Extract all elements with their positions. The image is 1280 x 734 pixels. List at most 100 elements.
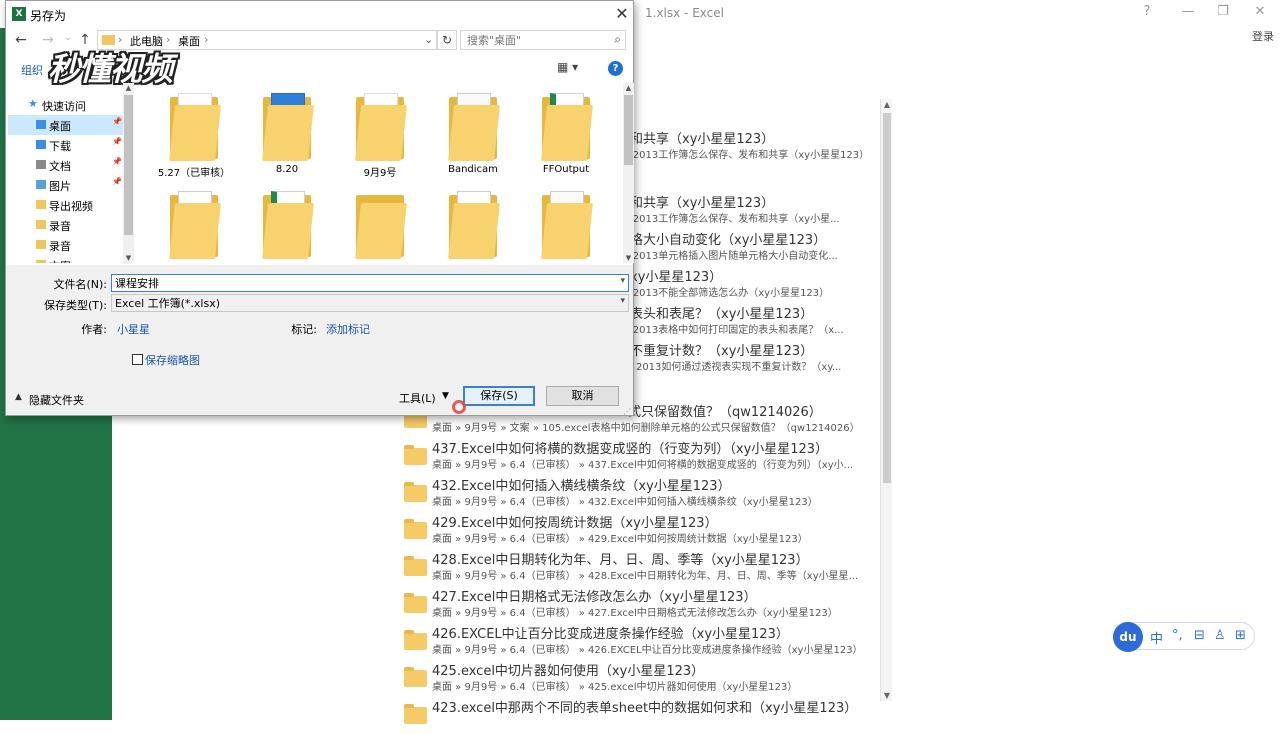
nav-item[interactable]: 录音 [8,215,126,235]
ime-toolbox-icon[interactable]: ⊟ [1194,628,1205,643]
pin-icon: 📌 [112,157,122,166]
folder-icon [404,704,427,724]
recent-folder-path: 桌面 » 9月9号 » 6.4（已审核） » 429.Excel中如何按周统计数… [432,534,808,545]
nav-item-label: 文案 [49,258,71,263]
refresh-icon[interactable]: ↻ [437,30,457,50]
scroll-down-icon[interactable]: ▼ [623,254,634,262]
scroll-down-icon[interactable]: ▼ [123,254,134,262]
restore-icon[interactable]: ❐ [1213,4,1233,19]
folder-label: 5.27（已审核） [157,168,231,179]
save-thumbnail-label[interactable]: 保存缩略图 [145,352,200,368]
ime-user-icon[interactable]: ♙ [1214,628,1226,643]
folder-front-icon [262,203,314,259]
nav-item-label: 录音 [49,240,71,253]
back-arrow-icon[interactable]: ← [12,32,30,48]
folder-item[interactable]: FFOutput [522,85,610,181]
navigation-pane: ★快速访问桌面📌下载📌文档📌图片📌导出视频录音录音文案 [8,83,136,263]
save-button[interactable]: 保存(S) [463,386,535,406]
ime-grid-icon[interactable]: ⊞ [1235,628,1246,643]
ime-punctuation-icon[interactable]: °, [1172,628,1183,643]
tools-menu[interactable]: 工具(L) [399,390,436,406]
recent-folder-item[interactable]: 426.EXCEL中让百分比变成进度条操作经验（xy小星星123） 桌面 » 9月… [370,623,870,660]
file-list-scrollbar[interactable]: ▲ ▼ [623,83,634,263]
baidu-ime-logo-icon[interactable]: du [1113,622,1143,652]
scroll-up-icon[interactable]: ▲ [881,100,893,109]
folder-item[interactable]: 5.27（已审核） [150,85,238,181]
recent-folder-item[interactable]: 428.Excel中日期转化为年、月、日、周、季等（xy小星星123） 桌面 » … [370,549,870,586]
resize-grip-icon[interactable]: ⋰ [623,407,631,416]
scroll-up-icon[interactable]: ▲ [623,84,634,92]
ime-chinese-mode-icon[interactable]: 中 [1150,628,1163,647]
close-icon[interactable]: ✕ [1250,4,1270,19]
folder-item[interactable] [522,183,610,263]
recent-folder-path: l2013工作簿怎么保存、发布和共享（xy小星... [630,214,840,225]
recent-folder-item[interactable]: 427.Excel中日期格式无法修改怎么办（xy小星星123） 桌面 » 9月9号… [370,586,870,623]
folder-item[interactable]: Bandicam [429,85,517,181]
recent-locations-icon[interactable]: ⌄ [59,32,77,43]
help-icon[interactable]: ? [608,61,623,76]
recent-folder-title: 423.excel中那两个不同的表单sheet中的数据如何求和（xy小星星123… [432,701,858,716]
filetype-value[interactable]: Excel 工作簿(*.xlsx) [115,297,220,310]
dialog-close-icon[interactable]: ✕ [612,4,632,23]
search-box[interactable]: ⌕ [460,30,626,50]
recent-folder-item[interactable]: 437.Excel中如何将横的数据变成竖的（行变为列）（xy小星星123） 桌面 … [370,438,870,475]
filetype-select[interactable]: Excel 工作簿(*.xlsx) ▾ [111,294,629,312]
save-thumbnail-checkbox[interactable] [132,354,143,365]
signin-link[interactable]: 登录 [1252,28,1274,44]
minimize-icon[interactable]: — [1178,4,1198,19]
scroll-down-icon[interactable]: ▼ [881,691,893,700]
recent-folder-item[interactable]: 429.Excel中如何按周统计数据（xy小星星123） 桌面 » 9月9号 » … [370,512,870,549]
author-field[interactable]: 小星星 [117,321,150,337]
tools-dropdown-icon[interactable]: ▼ [442,391,449,401]
pin-icon: 📌 [112,137,122,146]
add-tags-field[interactable]: 添加标记 [326,321,370,337]
folder-item[interactable] [243,183,331,263]
change-view-icon[interactable]: ▦ ▾ [557,60,578,74]
scrollbar-thumb[interactable] [124,95,133,235]
hide-folders-button[interactable]: 隐藏文件夹 [29,392,84,408]
folder-icon [404,556,427,576]
recent-folder-item[interactable]: 425.excel中切片器如何使用（xy小星星123） 桌面 » 9月9号 » 6… [370,660,870,697]
folder-item[interactable] [150,183,238,263]
tags-label: 标记: [291,323,317,336]
folder-item[interactable]: 8.20 [243,85,331,181]
recent-list-scrollbar[interactable]: ▲ ▼ [880,99,892,701]
ime-toolbar[interactable]: du 中 °, ⊟ ♙ ⊞ [1113,622,1255,652]
nav-pane-scrollbar[interactable]: ▲ ▼ [123,83,134,263]
chevron-down-icon[interactable]: ▾ [620,296,625,306]
recent-folder-title: 432.Excel中如何插入横线横条纹（xy小星星123） [432,479,731,494]
scrollbar-thumb[interactable] [624,95,633,165]
nav-item[interactable]: 文档 📌 [8,155,126,175]
recent-folder-item[interactable]: 423.excel中那两个不同的表单sheet中的数据如何求和（xy小星星123… [370,697,870,734]
document-icon [36,160,46,169]
help-icon[interactable]: ? [1137,4,1157,19]
filename-field[interactable]: 课程安排 ▾ [111,274,629,292]
pin-icon: 📌 [112,177,122,186]
folder-icon [404,445,427,465]
filename-value[interactable]: 课程安排 [115,277,159,290]
folder-item[interactable]: @ [429,183,517,263]
scrollbar-thumb[interactable] [883,113,891,483]
recent-folder-path: 桌面 » 9月9号 » 6.4（已审核） » 428.Excel中日期转化为年、… [432,571,859,582]
breadcrumb-desktop[interactable]: 桌面 [178,33,200,49]
recent-folder-title: xy小星星123） [630,270,723,285]
organize-menu[interactable]: 组织 [21,62,43,78]
address-dropdown-icon[interactable]: ⌄ [424,33,433,46]
search-icon[interactable]: ⌕ [614,32,621,47]
nav-item[interactable]: 桌面 📌 [8,115,126,135]
nav-item[interactable]: 导出视频 [8,195,126,215]
nav-item[interactable]: 下载 📌 [8,135,126,155]
chevron-down-icon[interactable]: ▾ [620,276,625,286]
scroll-up-icon[interactable]: ▲ [123,84,134,92]
nav-item[interactable]: 图片 📌 [8,175,126,195]
folder-item[interactable]: 9月9号 [336,85,424,181]
cancel-button[interactable]: 取消 [546,386,619,406]
search-input[interactable] [461,31,601,49]
nav-item[interactable]: 录音 [8,235,126,255]
chevron-up-icon[interactable]: ▲ [15,392,22,402]
folder-item[interactable] [336,183,424,263]
nav-item[interactable]: ★ 快速访问 [8,95,126,115]
recent-folder-path: 桌面 » 9月9号 » 6.4（已审核） » 426.EXCEL中让百分比变成进… [432,645,863,656]
recent-folder-item[interactable]: 432.Excel中如何插入横线横条纹（xy小星星123） 桌面 » 9月9号 »… [370,475,870,512]
nav-item[interactable]: 文案 [8,255,126,263]
